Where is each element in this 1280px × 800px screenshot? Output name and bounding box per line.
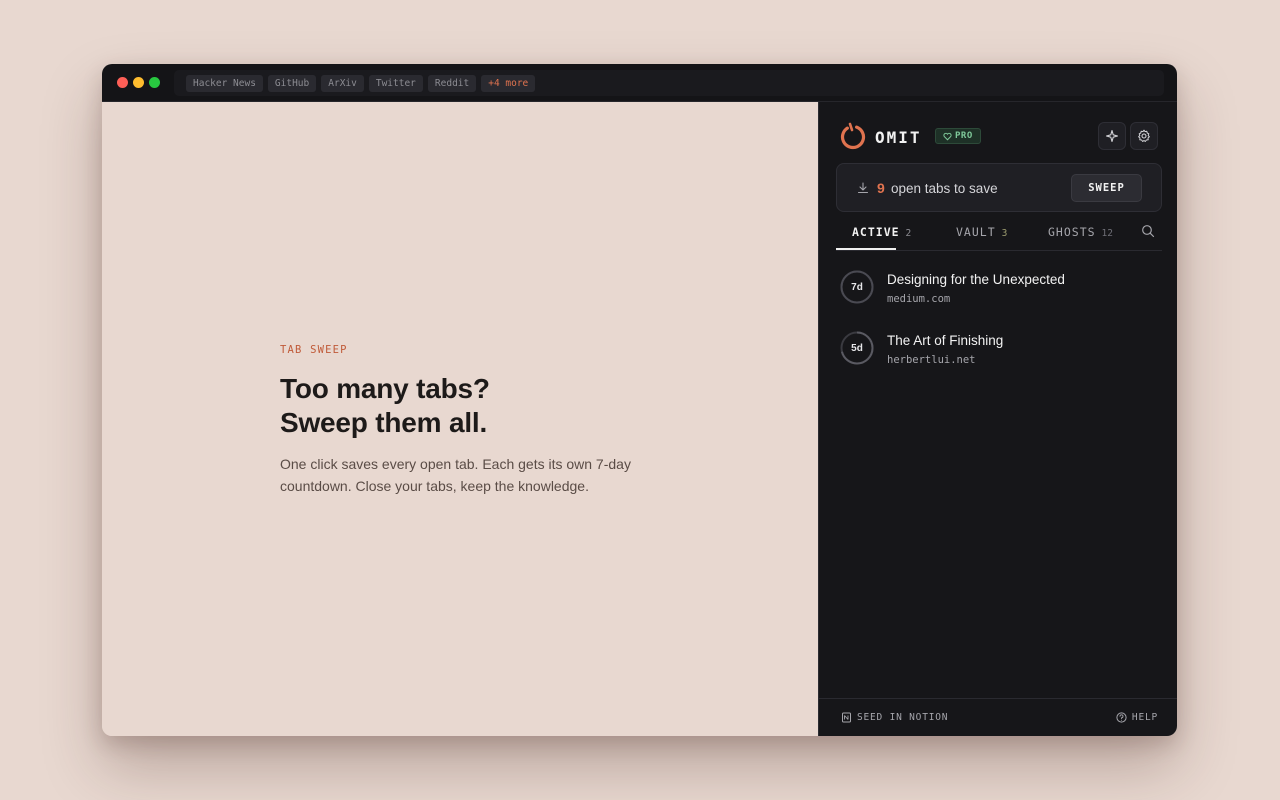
tab-count: 2: [905, 228, 912, 239]
hero-description: One click saves every open tab. Each get…: [280, 456, 631, 494]
days-remaining: 7d: [851, 281, 863, 293]
settings-button[interactable]: [1130, 122, 1158, 150]
tab-ghosts[interactable]: GHOSTS 12: [1048, 225, 1113, 239]
help-icon: [1116, 712, 1127, 723]
list-item[interactable]: 7d Designing for the Unexpected medium.c…: [836, 262, 1162, 323]
browser-tab[interactable]: Twitter: [368, 74, 423, 92]
sweep-button[interactable]: SWEEP: [1071, 174, 1142, 202]
more-tabs-chip[interactable]: +4 more: [481, 74, 536, 92]
gear-icon: [1138, 129, 1150, 142]
tab-label: GHOSTS: [1048, 225, 1096, 239]
save-tabs-card: 9 open tabs to save SWEEP: [836, 163, 1162, 212]
search-icon[interactable]: [1141, 224, 1155, 238]
open-tabs-count: 9: [877, 180, 885, 196]
panel-footer: SEED IN NOTION HELP: [819, 698, 1177, 736]
browser-tab[interactable]: Reddit: [427, 74, 477, 92]
browser-tab[interactable]: Hacker News: [186, 74, 263, 92]
tab-vault[interactable]: VAULT 3: [956, 225, 1007, 239]
hero-headline: Too many tabs? Sweep them all.: [280, 372, 700, 440]
pro-badge-label: PRO: [955, 131, 973, 141]
tab-active[interactable]: ACTIVE 2: [852, 225, 911, 239]
tab-label: VAULT: [956, 225, 996, 239]
list-item[interactable]: 5d The Art of Finishing herbertlui.net: [836, 323, 1162, 384]
hero-headline-line-2: Sweep them all.: [280, 407, 488, 438]
close-window-button[interactable]: [117, 77, 128, 88]
omit-side-panel: OMIT PRO 9 open tabs to save SWEEP ACTIV…: [818, 102, 1177, 736]
maximize-window-button[interactable]: [149, 77, 160, 88]
item-title[interactable]: The Art of Finishing: [887, 333, 1003, 348]
hero-section: TAB SWEEP Too many tabs? Sweep them all.…: [102, 102, 818, 736]
item-url: medium.com: [887, 293, 951, 305]
download-icon: [857, 182, 869, 194]
hero-headline-line-1: Too many tabs?: [280, 373, 490, 404]
help-label: HELP: [1131, 712, 1158, 723]
browser-tab[interactable]: GitHub: [267, 74, 317, 92]
tab-strip: Hacker News GitHub ArXiv Twitter Reddit …: [174, 70, 1164, 96]
item-title[interactable]: Designing for the Unexpected: [887, 272, 1065, 287]
active-tab-indicator: [836, 248, 896, 250]
browser-window: Hacker News GitHub ArXiv Twitter Reddit …: [102, 64, 1177, 736]
omit-logo-icon: [840, 122, 866, 150]
browser-tab[interactable]: ArXiv: [321, 74, 364, 92]
seed-in-notion-label: SEED IN NOTION: [857, 712, 949, 723]
seed-in-notion-link[interactable]: SEED IN NOTION: [841, 712, 948, 723]
tab-label: ACTIVE: [852, 225, 900, 239]
brand-name: OMIT: [875, 128, 922, 147]
help-link[interactable]: HELP: [1116, 712, 1158, 723]
tab-count: 12: [1101, 228, 1113, 239]
hero-eyebrow: TAB SWEEP: [280, 344, 348, 356]
days-remaining: 5d: [851, 342, 863, 354]
saved-tab-list: 7d Designing for the Unexpected medium.c…: [836, 262, 1162, 384]
title-bar: Hacker News GitHub ArXiv Twitter Reddit …: [102, 64, 1177, 102]
item-url: herbertlui.net: [887, 354, 976, 366]
minimize-window-button[interactable]: [133, 77, 144, 88]
tab-count: 3: [1001, 228, 1008, 239]
sparkle-icon: [1105, 129, 1119, 143]
open-tabs-label: open tabs to save: [891, 181, 998, 196]
panel-tabs: ACTIVE 2 VAULT 3 GHOSTS 12: [836, 215, 1162, 251]
heart-icon: [943, 132, 952, 140]
pro-badge: PRO: [935, 128, 981, 144]
assistant-button[interactable]: [1098, 122, 1126, 150]
notion-icon: [842, 712, 851, 723]
